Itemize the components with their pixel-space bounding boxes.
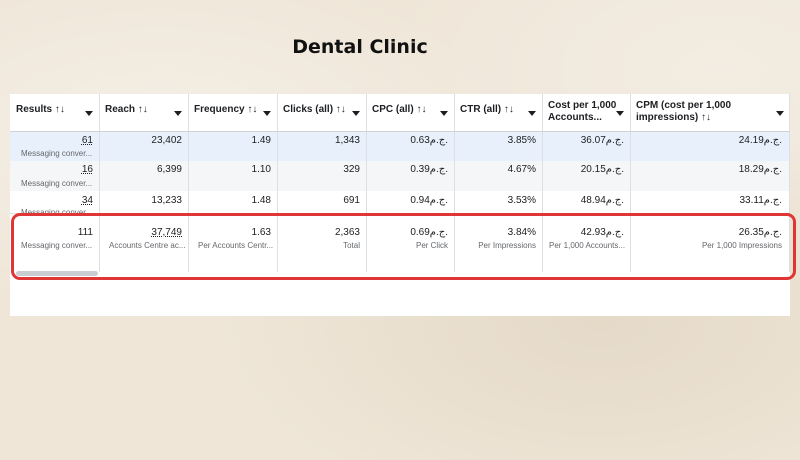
header-label: Results ↑↓ — [16, 104, 65, 115]
ctr-value: 3.85% — [507, 135, 536, 146]
results-subtext: Messaging conver... — [21, 149, 93, 158]
cpm-value: 33.11ج.م. — [739, 195, 782, 206]
clicks-value: 691 — [343, 195, 360, 206]
header-label: Cost per 1,000 Accounts... — [548, 100, 617, 123]
cost-accounts-value: 20.15ج.م. — [580, 164, 624, 175]
header-cpc[interactable]: CPC (all) ↑↓ — [366, 94, 454, 132]
cpc-value: 0.63ج.م. — [410, 135, 448, 146]
header-cost-accounts[interactable]: Cost per 1,000 Accounts... — [542, 94, 630, 132]
results-value[interactable]: 16 — [82, 164, 93, 175]
results-subtext: Messaging conver... — [21, 179, 93, 188]
caret-down-icon[interactable] — [528, 111, 536, 116]
cost-accounts-value: 36.07ج.م. — [580, 135, 624, 146]
caret-down-icon[interactable] — [616, 111, 624, 116]
header-results[interactable]: Results ↑↓ — [10, 94, 99, 132]
header-ctr[interactable]: CTR (all) ↑↓ — [454, 94, 542, 132]
caret-down-icon[interactable] — [174, 111, 182, 116]
cpm-value: 24.19ج.م. — [738, 135, 782, 146]
cost-accounts-value: 48.94ج.م. — [580, 195, 624, 206]
header-label: CTR (all) ↑↓ — [460, 104, 514, 115]
caret-down-icon[interactable] — [85, 111, 93, 116]
header-label: Frequency ↑↓ — [194, 104, 258, 115]
header-clicks[interactable]: Clicks (all) ↑↓ — [277, 94, 366, 132]
header-cpm[interactable]: CPM (cost per 1,000 impressions) ↑↓ — [630, 94, 790, 132]
header-frequency[interactable]: Frequency ↑↓ — [188, 94, 277, 132]
ctr-value: 3.53% — [507, 195, 536, 206]
caret-down-icon[interactable] — [352, 111, 360, 116]
header-label: Reach ↑↓ — [105, 104, 148, 115]
ads-table: Results ↑↓ Reach ↑↓ Frequency ↑↓ Clicks … — [10, 94, 790, 316]
reach-value: 13,233 — [151, 195, 182, 206]
highlight-box — [11, 213, 796, 280]
cpm-value: 18.29ج.م. — [738, 164, 782, 175]
results-value[interactable]: 61 — [82, 135, 93, 146]
ctr-value: 4.67% — [507, 164, 536, 175]
header-reach[interactable]: Reach ↑↓ — [99, 94, 188, 132]
frequency-value: 1.49 — [251, 135, 271, 146]
reach-value: 23,402 — [151, 135, 182, 146]
caret-down-icon[interactable] — [776, 111, 784, 116]
header-label: CPC (all) ↑↓ — [372, 104, 427, 115]
clicks-value: 1,343 — [334, 135, 360, 146]
results-value[interactable]: 34 — [82, 195, 93, 206]
header-label: Clicks (all) ↑↓ — [283, 104, 346, 115]
cpc-value: 0.94ج.م. — [410, 195, 448, 206]
caret-down-icon[interactable] — [440, 111, 448, 116]
reach-value: 6,399 — [156, 164, 182, 175]
page-title: Dental Clinic — [292, 36, 428, 58]
caret-down-icon[interactable] — [263, 111, 271, 116]
frequency-value: 1.48 — [251, 195, 271, 206]
clicks-value: 329 — [343, 164, 360, 175]
frequency-value: 1.10 — [251, 164, 271, 175]
cpc-value: 0.39ج.م. — [410, 164, 448, 175]
header-label: CPM (cost per 1,000 impressions) ↑↓ — [636, 100, 732, 123]
